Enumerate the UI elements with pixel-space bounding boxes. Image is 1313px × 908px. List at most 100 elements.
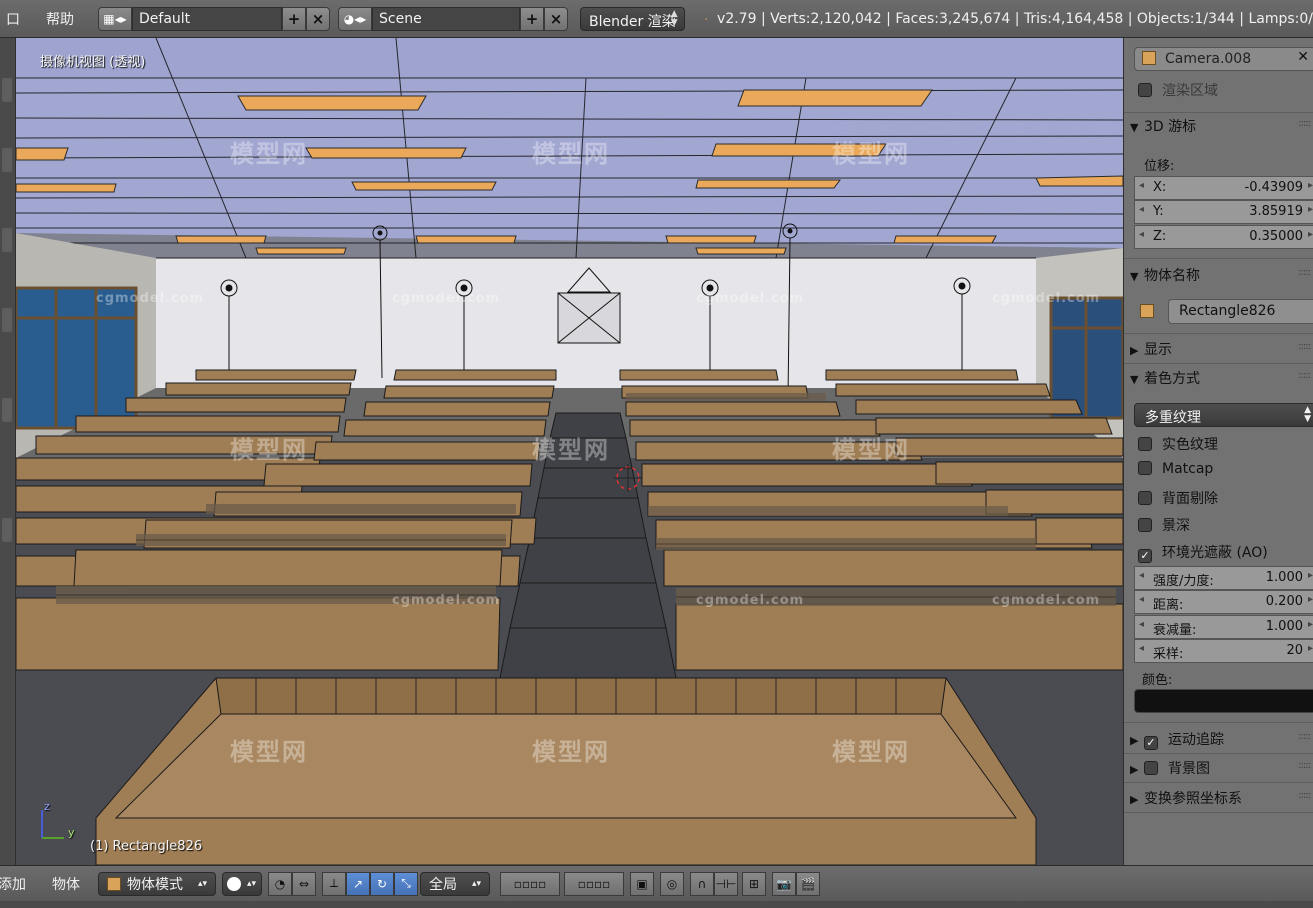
drag-grip-icon[interactable]: ::::: [1298,370,1311,381]
watermark-site: cgmodel.com [392,291,501,306]
layer-grid-2-icon[interactable]: ▫▫▫▫ [564,871,624,896]
pivot-point-icon[interactable]: ◔ [268,871,292,896]
panel-display-header[interactable]: ▶ 显示 ::::: [1124,339,1313,359]
watermark-site: cgmodel.com [992,291,1101,306]
lock-camera-icon[interactable]: ▣ [630,871,654,896]
camera-name-field[interactable]: Camera.008 [1134,47,1313,71]
panel-item-header[interactable]: ▼ 物体名称 ::::: [1124,265,1313,285]
menu-window-partial[interactable]: 口 [0,9,26,29]
remove-layout-button[interactable]: × [306,6,330,31]
tool-shelf-edge[interactable] [0,38,16,865]
tool-shelf-tab[interactable] [2,308,12,332]
only-origins-icon[interactable]: ⇔ [292,871,316,896]
drag-grip-icon[interactable]: ::::: [1298,267,1311,278]
watermark-logo: 模型网 [230,436,308,464]
watermark-logo: 模型网 [832,436,910,464]
select-arrows-icon: ▴▾ [471,878,481,889]
panel-motion-tracking-header[interactable]: ▶ ✓ 运动追踪 ::::: [1124,729,1313,750]
cursor-y-field[interactable]: Y: 3.85919 [1134,200,1313,224]
snap-target-icon[interactable]: ⊞ [742,871,766,896]
layer-grid-1-icon[interactable]: ▫▫▫▫ [500,871,560,896]
manipulator-toggle-icon[interactable]: ⟂ [322,871,346,896]
collapsed-triangle-icon: ▶ [1130,734,1139,747]
translate-manipulator-icon[interactable]: ↗ [346,871,370,896]
tool-shelf-tab[interactable] [2,148,12,172]
snap-element-icon[interactable]: ⊣⊢ [714,871,738,896]
cursor-z-field[interactable]: Z: 0.35000 [1134,225,1313,249]
checkmark-icon[interactable]: ✓ [1144,736,1158,750]
drag-grip-icon[interactable]: ::::: [1298,790,1311,801]
watermark-site: cgmodel.com [696,593,805,608]
checkbox-icon[interactable] [1144,761,1158,775]
interaction-mode-select[interactable]: 物体模式 ▴▾ [98,871,216,896]
transform-orientation-select[interactable]: 全局 ▴▾ [420,871,490,896]
cursor-x-field[interactable]: X: -0.43909 [1134,176,1313,200]
color-label: 颜色: [1142,673,1173,688]
panel-shading-header[interactable]: ▼ 着色方式 ::::: [1124,368,1313,388]
depth-of-field-toggle[interactable]: 景深 [1124,515,1313,535]
object-name-field[interactable]: Rectangle826 [1168,299,1313,324]
tool-shelf-tab[interactable] [2,228,12,252]
field-label: Y: [1153,204,1164,219]
viewport-shading-select[interactable]: ▴▾ [222,871,262,896]
drag-grip-icon[interactable]: ::::: [1298,118,1311,129]
viewport-header: 添加 物体 物体模式 ▴▾ ▴▾ ◔ ⇔ ⟂ ↗ ↻ ⤡ 全局 ▴▾ ▫▫▫▫ … [0,865,1313,901]
select-arrows-icon: ▴▾ [247,878,257,889]
checkbox-icon [1138,518,1152,532]
checkmark-icon: ✓ [1138,549,1152,563]
matcap-toggle[interactable]: Matcap [1124,461,1313,477]
drag-grip-icon[interactable]: ::::: [1298,341,1311,352]
panel-title: 物体名称 [1144,268,1200,284]
ao-falloff-field[interactable]: 衰减量: 1.000 [1134,615,1313,639]
drag-grip-icon[interactable]: ::::: [1298,760,1311,771]
expanded-triangle-icon: ▼ [1130,121,1139,134]
panel-title: 显示 [1144,342,1172,358]
panel-transform-orientations-header[interactable]: ▶ 变换参照坐标系 ::::: [1124,788,1313,808]
tool-shelf-tab[interactable] [2,518,12,542]
menu-help[interactable]: 帮助 [40,9,80,29]
render-engine-label: Blender 渲染 [589,13,676,30]
render-region-toggle[interactable]: 渲染区域 [1124,80,1313,100]
panel-3d-cursor-header[interactable]: ▼ 3D 游标 ::::: [1124,116,1313,136]
panel-title: 3D 游标 [1144,119,1197,135]
proportional-edit-icon[interactable]: ◎ [660,871,684,896]
snap-magnet-icon[interactable]: ∩ [690,871,714,896]
render-engine-select[interactable]: Blender 渲染 ▲ ▼ [580,6,685,31]
backface-culling-toggle[interactable]: 背面剔除 [1124,488,1313,508]
add-layout-button[interactable]: + [282,6,306,31]
field-value: 3.85919 [1249,204,1303,219]
toggle-label: 环境光遮蔽 (AO) [1162,545,1268,561]
screen-layout-icon[interactable]: ▦◂▸ [98,6,132,31]
pivot-and-manipulator-group: ◔ ⇔ ⟂ ↗ ↻ ⤡ [268,871,418,896]
menu-add[interactable]: 添加 [0,874,32,894]
ao-color-swatch[interactable] [1134,689,1313,713]
shading-mode-select[interactable]: 多重纹理 ▲ ▼ [1134,403,1313,427]
opengl-animation-icon[interactable]: 🎬 [796,871,820,896]
ao-strength-field[interactable]: 强度/力度: 1.000 [1134,566,1313,590]
3d-viewport[interactable]: 摄像机视图 (透视) (1) Rectangle826 z y 模型网 模型网 … [16,38,1123,865]
rotate-manipulator-icon[interactable]: ↻ [370,871,394,896]
remove-scene-button[interactable]: × [544,6,568,31]
properties-region: Camera.008 ✕ 渲染区域 ▼ 3D 游标 ::::: 位移: X: -0… [1123,38,1313,865]
ao-samples-field[interactable]: 采样: 20 [1134,639,1313,663]
scene-icon[interactable]: ◕◂▸ [338,6,372,31]
axis-z-label: z [44,800,50,813]
screen-layout-name[interactable]: Default [132,6,282,31]
solid-texture-toggle[interactable]: 实色纹理 [1124,434,1313,454]
tool-shelf-tab[interactable] [2,78,12,102]
ao-distance-field[interactable]: 距离: 0.200 [1134,590,1313,614]
add-scene-button[interactable]: + [520,6,544,31]
ambient-occlusion-toggle[interactable]: ✓ 环境光遮蔽 (AO) [1124,542,1313,563]
close-icon[interactable]: ✕ [1297,49,1309,65]
scale-manipulator-icon[interactable]: ⤡ [394,871,418,896]
scene-name[interactable]: Scene [372,6,520,31]
checkbox-icon [1138,437,1152,451]
checkbox-icon [1138,491,1152,505]
opengl-render-icon[interactable]: 📷 [772,871,796,896]
panel-background-images-header[interactable]: ▶ 背景图 ::::: [1124,758,1313,778]
render-region-label: 渲染区域 [1162,83,1218,99]
view-name-label: 摄像机视图 (透视) [40,55,146,70]
menu-object[interactable]: 物体 [46,874,86,894]
drag-grip-icon[interactable]: ::::: [1298,731,1311,742]
tool-shelf-tab[interactable] [2,398,12,422]
